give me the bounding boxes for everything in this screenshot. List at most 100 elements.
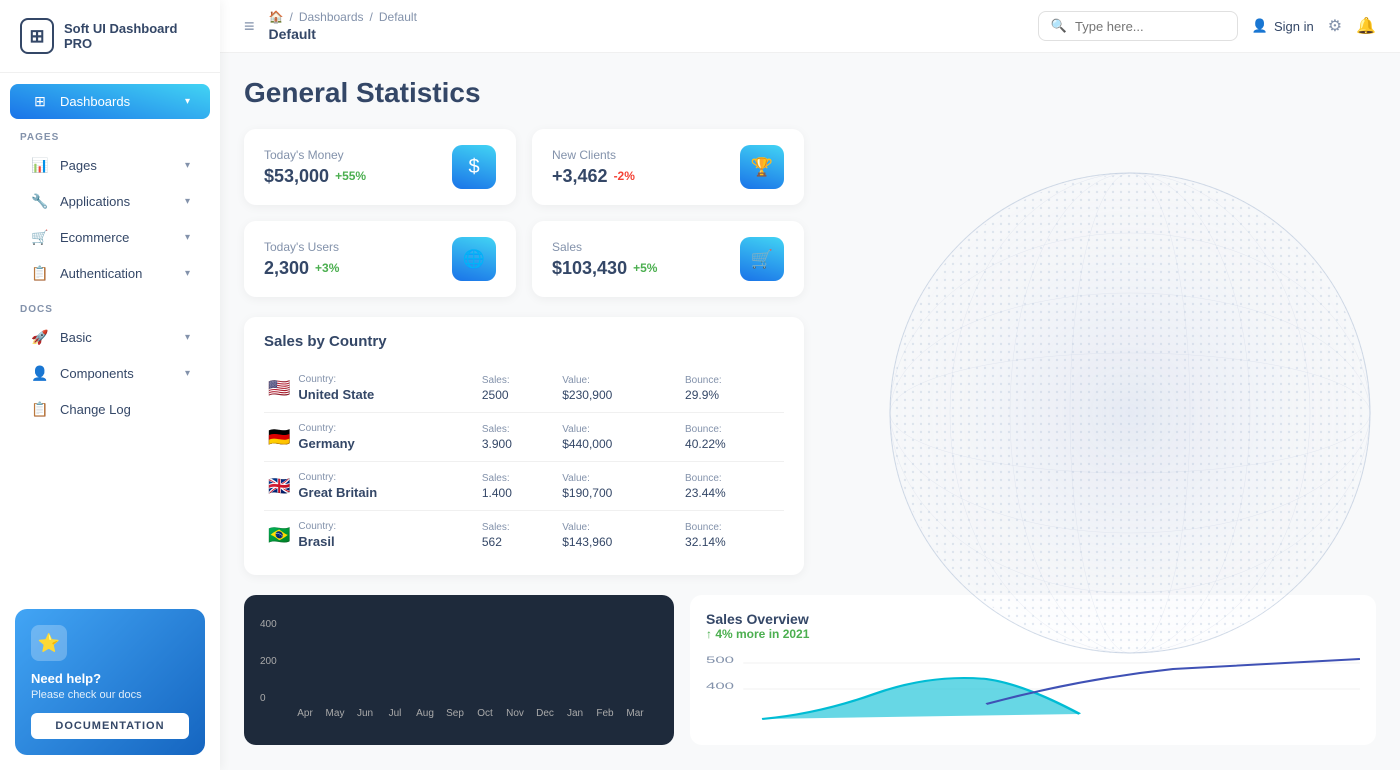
sidebar-item-label: Change Log xyxy=(60,402,190,417)
stat-label: New Clients xyxy=(552,148,635,162)
bounce-value: 40.22% xyxy=(685,437,726,451)
content-area: General Statistics Today's Money $53,000… xyxy=(220,53,1400,770)
breadcrumb-sep2: / xyxy=(370,10,373,24)
search-box[interactable]: 🔍 xyxy=(1038,11,1238,41)
trophy-icon: 🏆 xyxy=(751,157,773,178)
chevron-down-icon: ▾ xyxy=(185,232,190,243)
x-axis-label: May xyxy=(320,708,350,719)
docs-section-label: DOCS xyxy=(0,292,220,319)
sidebar-item-label: Basic xyxy=(60,330,175,345)
applications-icon: 🔧 xyxy=(30,193,50,210)
settings-icon[interactable]: ⚙ xyxy=(1328,16,1342,36)
sidebar-item-basic[interactable]: 🚀 Basic ▾ xyxy=(10,320,210,355)
sidebar: ⊞ Soft UI Dashboard PRO ⊞ Dashboards ▾ P… xyxy=(0,0,220,770)
stat-icon-users: 🌐 xyxy=(452,237,496,281)
stats-grid: Today's Money $53,000 +55% $ New Clients… xyxy=(244,129,804,297)
sign-in-button[interactable]: 👤 Sign in xyxy=(1252,18,1314,34)
logo-icon: ⊞ xyxy=(20,18,54,54)
ecommerce-icon: 🛒 xyxy=(30,229,50,246)
sidebar-item-label: Applications xyxy=(60,194,175,209)
page-title-breadcrumb: Default xyxy=(269,26,417,42)
bar-chart-card: 400 200 0 AprMayJunJulAugSepOctNovDecJan… xyxy=(244,595,674,745)
x-axis-label: Jan xyxy=(560,708,590,719)
search-input[interactable] xyxy=(1075,19,1215,34)
menu-icon[interactable]: ≡ xyxy=(244,16,255,37)
table-row: 🇩🇪 Country: Germany Sales: 3.900 Value: … xyxy=(264,413,784,462)
sales-value: 562 xyxy=(482,535,502,549)
breadcrumb: 🏠 / Dashboards / Default Default xyxy=(269,10,417,42)
sales-by-country-card: Sales by Country 🇺🇸 Country: United Stat… xyxy=(244,317,804,575)
y-label-0: 0 xyxy=(260,693,277,704)
stat-info-users: Today's Users 2,300 +3% xyxy=(264,240,339,279)
stat-card-users: Today's Users 2,300 +3% 🌐 xyxy=(244,221,516,297)
sidebar-item-ecommerce[interactable]: 🛒 Ecommerce ▾ xyxy=(10,220,210,255)
auth-icon: 📋 xyxy=(30,265,50,282)
sidebar-item-authentication[interactable]: 📋 Authentication ▾ xyxy=(10,256,210,291)
topbar: ≡ 🏠 / Dashboards / Default Default 🔍 👤 S… xyxy=(220,0,1400,53)
documentation-button[interactable]: DOCUMENTATION xyxy=(31,713,189,739)
bounce-value: 23.44% xyxy=(685,486,726,500)
stat-value: $53,000 xyxy=(264,166,329,187)
app-name: Soft UI Dashboard PRO xyxy=(64,21,200,51)
stat-icon-sales: 🛒 xyxy=(740,237,784,281)
chevron-down-icon: ▾ xyxy=(185,332,190,343)
svg-text:400: 400 xyxy=(706,681,734,691)
x-axis-label: Dec xyxy=(530,708,560,719)
breadcrumb-dashboards[interactable]: Dashboards xyxy=(299,10,364,24)
home-icon[interactable]: 🏠 xyxy=(269,10,284,24)
stat-info-clients: New Clients +3,462 -2% xyxy=(552,148,635,187)
stat-info-money: Today's Money $53,000 +55% xyxy=(264,148,366,187)
stat-card-sales: Sales $103,430 +5% 🛒 xyxy=(532,221,804,297)
sidebar-item-label: Authentication xyxy=(60,266,175,281)
stat-value: $103,430 xyxy=(552,258,627,279)
flag-br: 🇧🇷 xyxy=(268,525,290,545)
bar-chart-area xyxy=(291,619,373,704)
svg-text:500: 500 xyxy=(706,655,734,665)
basic-icon: 🚀 xyxy=(30,329,50,346)
page-title: General Statistics xyxy=(244,77,1376,109)
stat-card-clients: New Clients +3,462 -2% 🏆 xyxy=(532,129,804,205)
sidebar-item-label: Components xyxy=(60,366,175,381)
breadcrumb-sep1: / xyxy=(289,10,292,24)
line-chart-area: 500 400 xyxy=(706,649,1360,729)
notification-icon[interactable]: 🔔 xyxy=(1356,16,1376,36)
dollar-value: $230,900 xyxy=(562,388,612,402)
stat-icon-money: $ xyxy=(452,145,496,189)
bar-chart-container: 400 200 0 AprMayJunJulAugSepOctNovDecJan… xyxy=(260,619,658,719)
sidebar-item-dashboards[interactable]: ⊞ Dashboards ▾ xyxy=(10,84,210,119)
chevron-down-icon: ▾ xyxy=(185,268,190,279)
help-title: Need help? xyxy=(31,671,189,686)
sales-value: 2500 xyxy=(482,388,509,402)
sales-overview-card: Sales Overview ↑ 4% more in 2021 500 400 xyxy=(690,595,1376,745)
flag-gb: 🇬🇧 xyxy=(268,476,290,496)
stat-label: Today's Money xyxy=(264,148,366,162)
stat-badge: +55% xyxy=(335,169,366,183)
stat-label: Sales xyxy=(552,240,657,254)
search-icon: 🔍 xyxy=(1051,18,1067,34)
country-name: United State xyxy=(298,387,374,402)
charts-row: 400 200 0 AprMayJunJulAugSepOctNovDecJan… xyxy=(244,595,1376,745)
flag-us: 🇺🇸 xyxy=(268,378,290,398)
sales-by-country-title: Sales by Country xyxy=(264,333,784,350)
y-axis-labels: 400 200 0 xyxy=(260,619,277,704)
sidebar-item-applications[interactable]: 🔧 Applications ▾ xyxy=(10,184,210,219)
cart-icon: 🛒 xyxy=(751,249,773,270)
x-axis-label: Feb xyxy=(590,708,620,719)
stat-icon-clients: 🏆 xyxy=(740,145,784,189)
sidebar-item-components[interactable]: 👤 Components ▾ xyxy=(10,356,210,391)
dollar-value: $190,700 xyxy=(562,486,612,500)
main-area: ≡ 🏠 / Dashboards / Default Default 🔍 👤 S… xyxy=(220,0,1400,770)
x-axis-labels: AprMayJunJulAugSepOctNovDecJanFebMar xyxy=(260,708,658,719)
help-subtitle: Please check our docs xyxy=(31,689,189,701)
country-name: Great Britain xyxy=(298,485,377,500)
changelog-icon: 📋 xyxy=(30,401,50,418)
sidebar-item-changelog[interactable]: 📋 Change Log xyxy=(10,392,210,427)
dollar-icon: $ xyxy=(468,156,479,179)
sidebar-item-pages[interactable]: 📊 Pages ▾ xyxy=(10,148,210,183)
x-axis-label: Mar xyxy=(620,708,650,719)
stat-label: Today's Users xyxy=(264,240,339,254)
sidebar-nav: ⊞ Dashboards ▾ PAGES 📊 Pages ▾ 🔧 Applica… xyxy=(0,73,220,594)
sales-overview-title: Sales Overview xyxy=(706,611,1360,627)
bounce-value: 29.9% xyxy=(685,388,719,402)
help-star-icon: ⭐ xyxy=(31,625,67,661)
